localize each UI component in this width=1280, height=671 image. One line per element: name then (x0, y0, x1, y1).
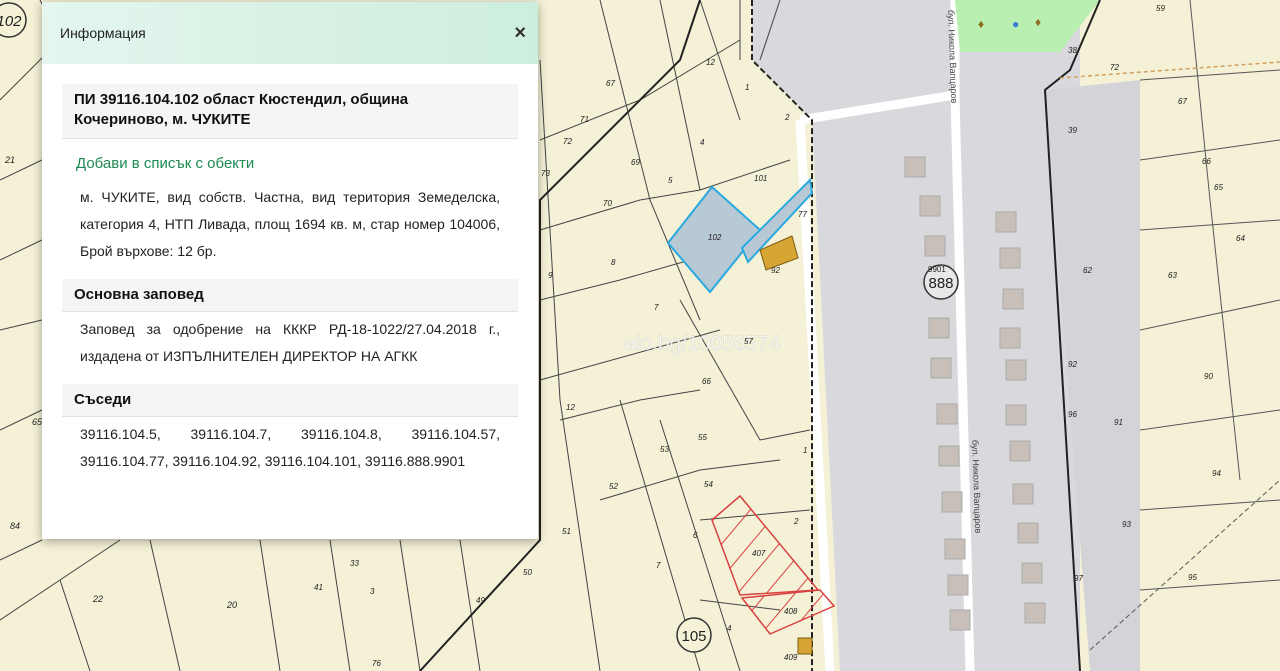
svg-text:♦: ♦ (978, 17, 984, 31)
svg-text:66: 66 (1202, 157, 1211, 166)
order-heading: Основна заповед (62, 279, 518, 312)
svg-text:8: 8 (611, 258, 616, 267)
svg-text:407: 407 (752, 549, 766, 558)
svg-text:101: 101 (754, 174, 767, 183)
svg-text:33: 33 (350, 559, 359, 568)
svg-text:408: 408 (784, 607, 798, 616)
svg-text:1: 1 (745, 83, 749, 92)
svg-text:64: 64 (1236, 234, 1245, 243)
svg-text:97: 97 (1074, 574, 1083, 583)
block-marker-105[interactable]: 105 (676, 617, 712, 653)
svg-text:91: 91 (1114, 418, 1123, 427)
svg-text:5: 5 (668, 176, 673, 185)
add-to-list-link[interactable]: Добави в списък с обекти (62, 139, 518, 180)
svg-text:65: 65 (1214, 183, 1223, 192)
info-panel: Информация × ПИ 39116.104.102 област Кюс… (42, 2, 538, 539)
svg-text:69: 69 (631, 158, 640, 167)
svg-text:92: 92 (771, 266, 780, 275)
svg-text:96: 96 (1068, 410, 1077, 419)
svg-text:90: 90 (1204, 372, 1213, 381)
svg-text:76: 76 (372, 659, 381, 668)
svg-text:2: 2 (784, 113, 790, 122)
svg-text:7: 7 (656, 561, 661, 570)
close-button[interactable]: × (514, 23, 526, 43)
svg-text:4: 4 (727, 624, 732, 633)
svg-text:67: 67 (1178, 97, 1187, 106)
svg-text:53: 53 (660, 445, 669, 454)
panel-body: ПИ 39116.104.102 област Кюстендил, общин… (42, 64, 538, 481)
svg-text:72: 72 (1110, 63, 1119, 72)
neighbors-text: 39116.104.5, 39116.104.7, 39116.104.8, 3… (80, 426, 500, 469)
svg-text:409: 409 (784, 653, 798, 662)
block-marker-102[interactable]: 102 (0, 2, 27, 38)
svg-text:92: 92 (1068, 360, 1077, 369)
panel-header: Информация × (42, 2, 538, 64)
svg-text:70: 70 (603, 199, 612, 208)
svg-text:62: 62 (1083, 266, 1092, 275)
svg-text:49: 49 (476, 596, 485, 605)
svg-text:21: 21 (4, 155, 15, 165)
svg-text:4: 4 (700, 138, 705, 147)
svg-text:1: 1 (803, 446, 807, 455)
svg-text:●: ● (1012, 17, 1019, 31)
svg-text:67: 67 (606, 79, 615, 88)
svg-text:95: 95 (1188, 573, 1197, 582)
svg-text:51: 51 (562, 527, 571, 536)
watermark: alo.bg/10056574 (624, 332, 781, 355)
svg-text:57: 57 (744, 337, 753, 346)
svg-text:12: 12 (706, 58, 715, 67)
svg-text:71: 71 (580, 115, 589, 124)
block-label-105: 105 (681, 628, 706, 645)
svg-text:52: 52 (609, 482, 618, 491)
svg-text:3: 3 (370, 587, 375, 596)
order-text: Заповед за одобрение на КККР РД-18-1022/… (80, 321, 500, 364)
block-label-888: 888 (928, 275, 953, 292)
svg-text:54: 54 (704, 480, 713, 489)
svg-text:20: 20 (226, 600, 237, 610)
svg-text:84: 84 (10, 521, 20, 531)
svg-text:7: 7 (654, 303, 659, 312)
svg-text:39: 39 (1068, 126, 1077, 135)
svg-text:72: 72 (563, 137, 572, 146)
svg-text:12: 12 (566, 403, 575, 412)
parcel-description: м. ЧУКИТЕ, вид собств. Частна, вид терит… (80, 189, 500, 259)
neighbors-heading: Съседи (62, 384, 518, 417)
panel-title: Информация (60, 25, 146, 41)
svg-text:77: 77 (798, 210, 807, 219)
svg-text:2: 2 (793, 517, 799, 526)
parcel-heading: ПИ 39116.104.102 област Кюстендил, общин… (62, 84, 518, 139)
block-label-102: 102 (0, 13, 22, 30)
svg-text:102: 102 (708, 233, 722, 242)
svg-text:6: 6 (693, 531, 698, 540)
svg-text:59: 59 (1156, 4, 1165, 13)
svg-text:94: 94 (1212, 469, 1221, 478)
label-9901: 9901 (928, 265, 946, 274)
building-409 (797, 637, 813, 655)
svg-text:41: 41 (314, 583, 323, 592)
svg-text:73: 73 (541, 169, 550, 178)
svg-text:22: 22 (92, 594, 103, 604)
svg-text:63: 63 (1168, 271, 1177, 280)
svg-text:50: 50 (523, 568, 532, 577)
svg-text:♦: ♦ (1035, 15, 1041, 29)
svg-text:55: 55 (698, 433, 707, 442)
svg-text:38: 38 (1068, 46, 1077, 55)
svg-text:93: 93 (1122, 520, 1131, 529)
svg-text:66: 66 (702, 377, 711, 386)
svg-text:9: 9 (548, 271, 553, 280)
